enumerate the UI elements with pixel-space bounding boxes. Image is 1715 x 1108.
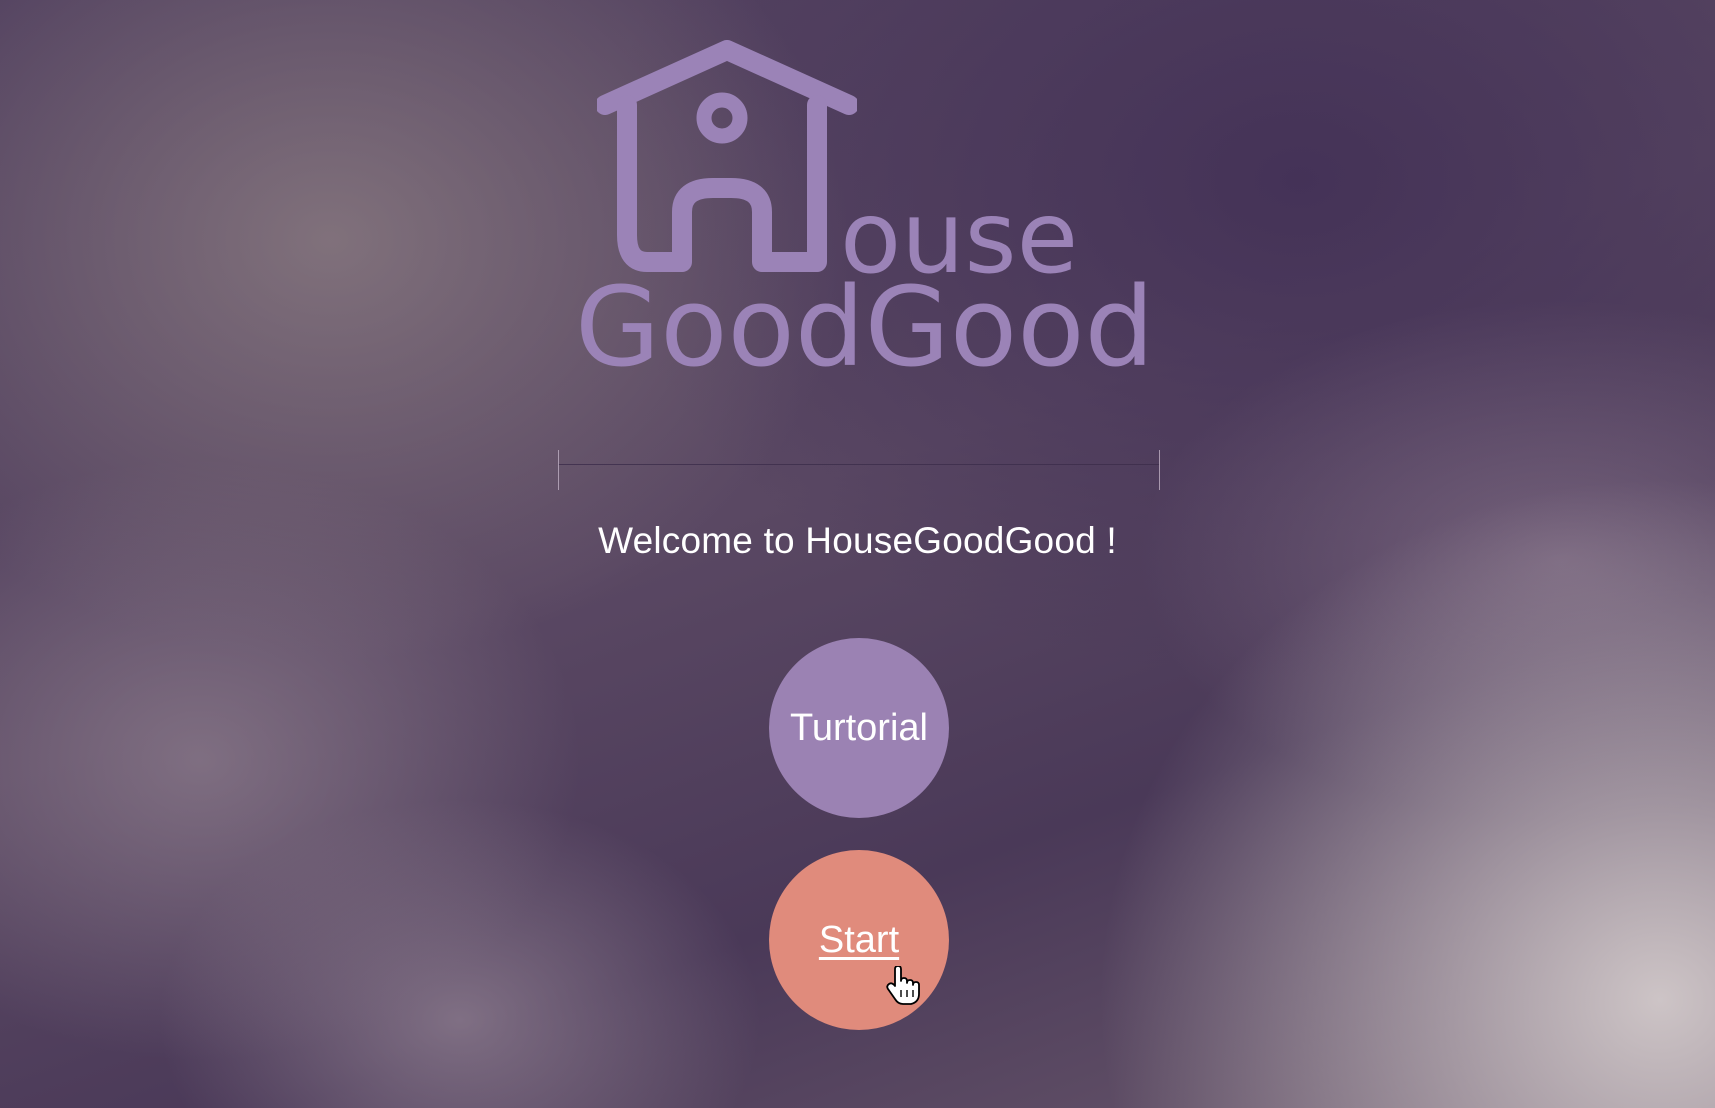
tutorial-button-label: Turtorial <box>790 706 928 749</box>
app-logo: ouse GoodGood <box>575 40 1154 382</box>
divider <box>558 450 1160 492</box>
hand-pointer-icon <box>886 966 920 1005</box>
divider-tick-left <box>558 450 559 490</box>
welcome-message: Welcome to HouseGoodGood ! <box>598 520 1117 561</box>
tutorial-button[interactable]: Turtorial <box>769 638 949 818</box>
divider-line <box>558 464 1160 465</box>
house-icon <box>597 40 857 272</box>
divider-tick-right <box>1159 450 1160 490</box>
logo-word-bottom: GoodGood <box>575 263 1155 391</box>
start-button-label: Start <box>818 918 900 961</box>
start-button[interactable]: Start <box>769 850 949 1030</box>
